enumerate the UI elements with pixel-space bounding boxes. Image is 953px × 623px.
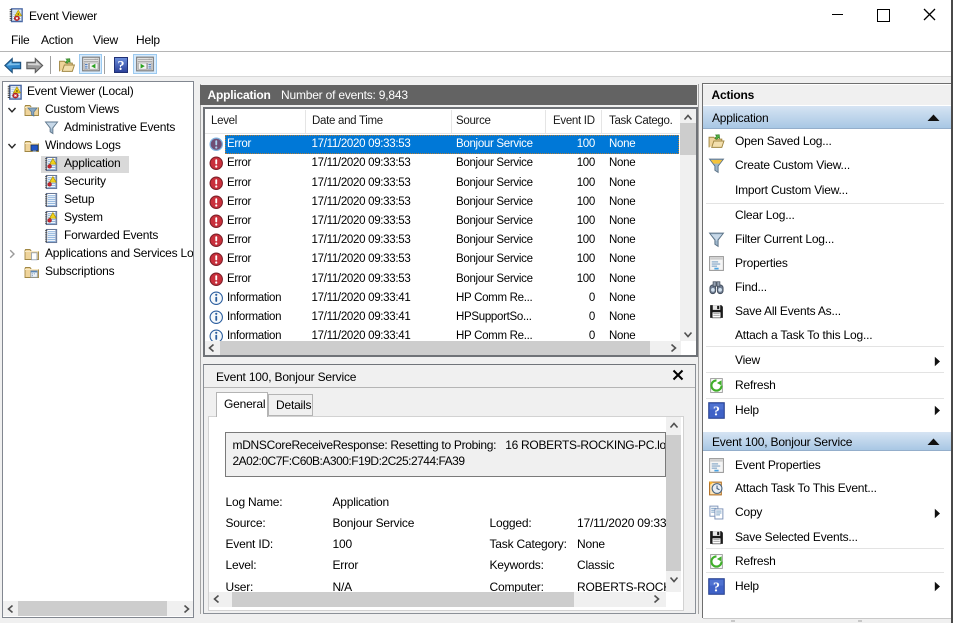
svg-text:?: ? bbox=[117, 58, 124, 72]
svg-text:?: ? bbox=[713, 403, 720, 418]
svg-text:?: ? bbox=[713, 579, 720, 594]
